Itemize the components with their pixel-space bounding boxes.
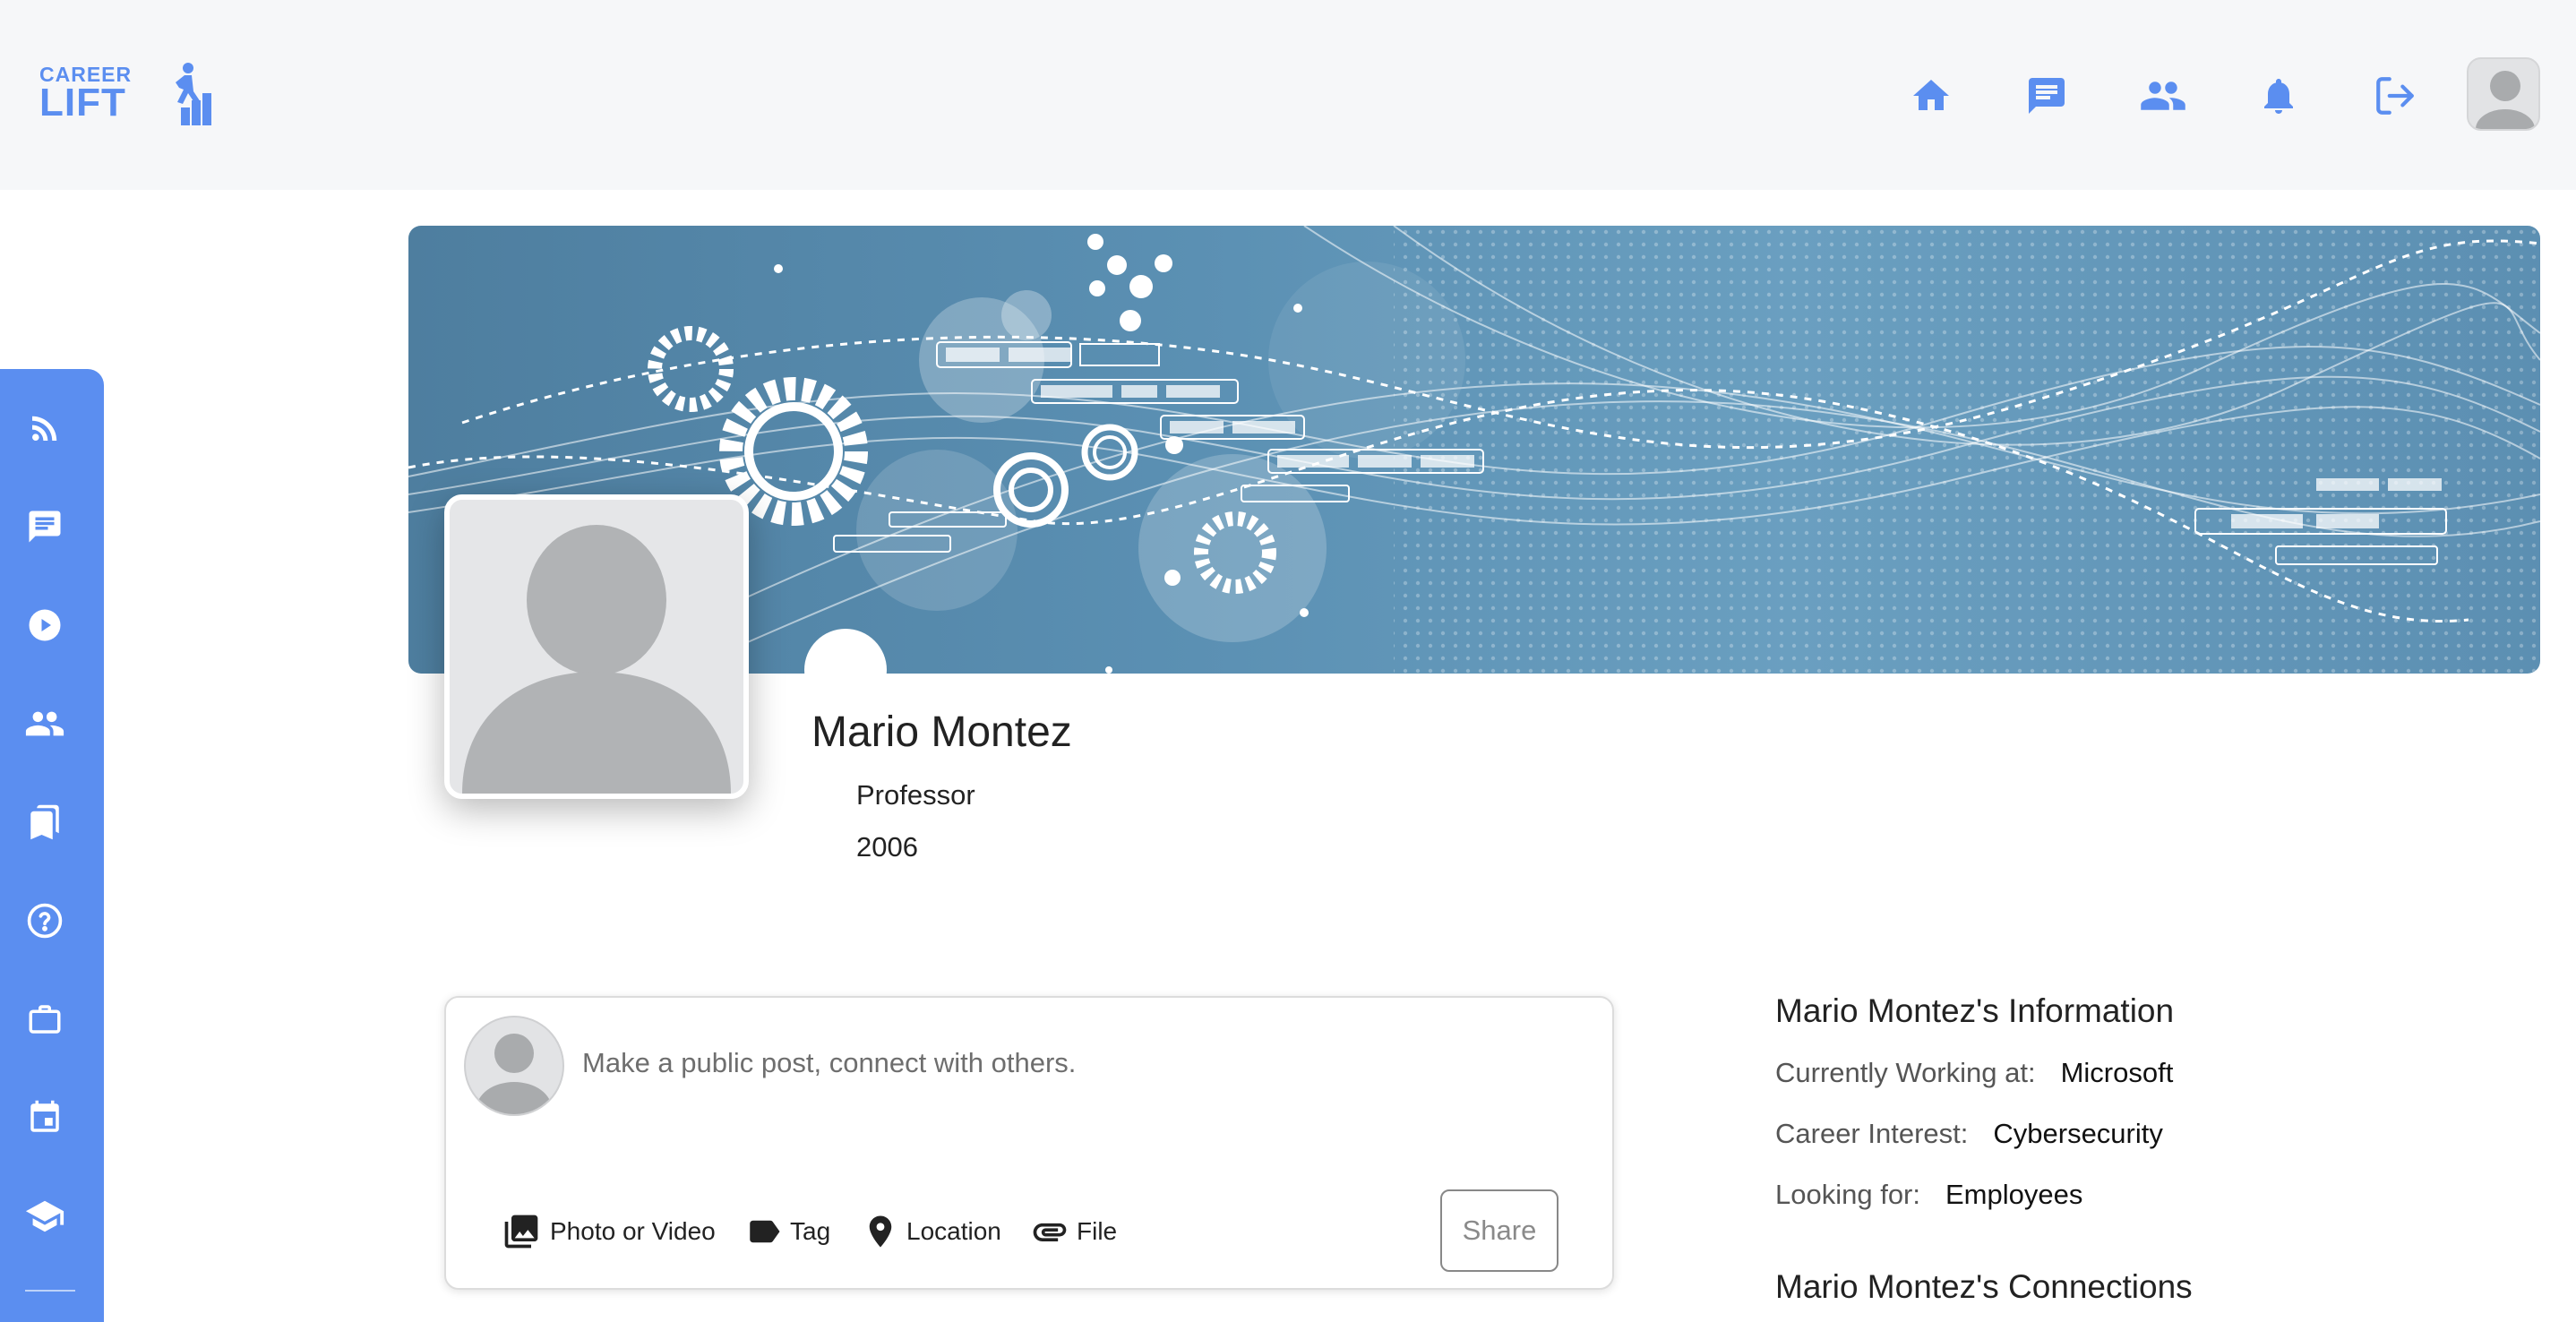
banner-edit-handle	[804, 629, 887, 711]
location-label: Location	[906, 1217, 1001, 1245]
share-button[interactable]: Share	[1440, 1189, 1558, 1272]
info-row-working: Currently Working at: Microsoft	[1775, 1057, 2173, 1089]
bookmarks-icon[interactable]	[18, 795, 72, 849]
composer-avatar	[464, 1016, 564, 1116]
looking-label: Looking for:	[1775, 1179, 1920, 1210]
messages-icon[interactable]	[2015, 64, 2078, 127]
photo-library-icon	[504, 1215, 538, 1249]
video-icon[interactable]	[18, 598, 72, 652]
looking-value: Employees	[1945, 1179, 2083, 1210]
paperclip-icon	[1033, 1223, 1067, 1241]
top-navigation-bar: CAREER LIFT	[0, 0, 2576, 190]
location-pin-icon	[869, 1215, 892, 1248]
file-label: File	[1077, 1217, 1118, 1245]
groups-icon[interactable]	[18, 697, 72, 751]
info-row-interest: Career Interest: Cybersecurity	[1775, 1118, 2163, 1150]
profile-title: Professor	[856, 779, 975, 811]
sidebar-divider	[25, 1290, 75, 1292]
connections-icon[interactable]	[2132, 64, 2194, 127]
location-button[interactable]: Location	[862, 1209, 1001, 1254]
working-value: Microsoft	[2060, 1057, 2174, 1088]
photo-video-button[interactable]: Photo or Video	[500, 1209, 716, 1254]
file-button[interactable]: File	[1030, 1209, 1117, 1254]
photo-video-label: Photo or Video	[550, 1217, 716, 1245]
help-icon[interactable]	[18, 894, 72, 948]
user-avatar-button[interactable]	[2467, 57, 2540, 131]
interest-value: Cybersecurity	[1993, 1118, 2163, 1149]
logout-icon[interactable]	[2364, 64, 2426, 127]
tag-icon	[750, 1220, 780, 1243]
tag-label: Tag	[790, 1217, 831, 1245]
jobs-icon[interactable]	[18, 992, 72, 1046]
connections-heading: Mario Montez's Connections	[1775, 1268, 2193, 1305]
tag-button[interactable]: Tag	[745, 1209, 830, 1254]
post-composer: Photo or Video Tag Location File Share	[444, 996, 1614, 1290]
information-heading: Mario Montez's Information	[1775, 992, 2175, 1029]
career-lift-logo[interactable]: CAREER LIFT	[39, 61, 211, 125]
default-avatar-icon	[462, 525, 731, 794]
info-row-looking: Looking for: Employees	[1775, 1179, 2082, 1211]
education-icon[interactable]	[18, 1189, 72, 1243]
sidebar	[0, 369, 104, 1322]
climbing-person-icon	[176, 63, 211, 125]
events-icon[interactable]	[18, 1091, 72, 1145]
profile-picture[interactable]	[444, 494, 749, 799]
profile-year: 2006	[856, 831, 918, 863]
interest-label: Career Interest:	[1775, 1118, 1969, 1149]
logo-text-lift: LIFT	[39, 81, 126, 124]
notifications-icon[interactable]	[2247, 64, 2310, 127]
post-input[interactable]	[582, 1041, 1567, 1086]
working-label: Currently Working at:	[1775, 1057, 2036, 1088]
default-avatar-icon	[2476, 71, 2535, 129]
profile-name: Mario Montez	[811, 708, 1072, 756]
default-avatar-icon	[477, 1034, 552, 1114]
chat-icon[interactable]	[18, 500, 72, 554]
home-icon[interactable]	[1900, 64, 1962, 127]
feed-icon[interactable]	[18, 401, 72, 455]
